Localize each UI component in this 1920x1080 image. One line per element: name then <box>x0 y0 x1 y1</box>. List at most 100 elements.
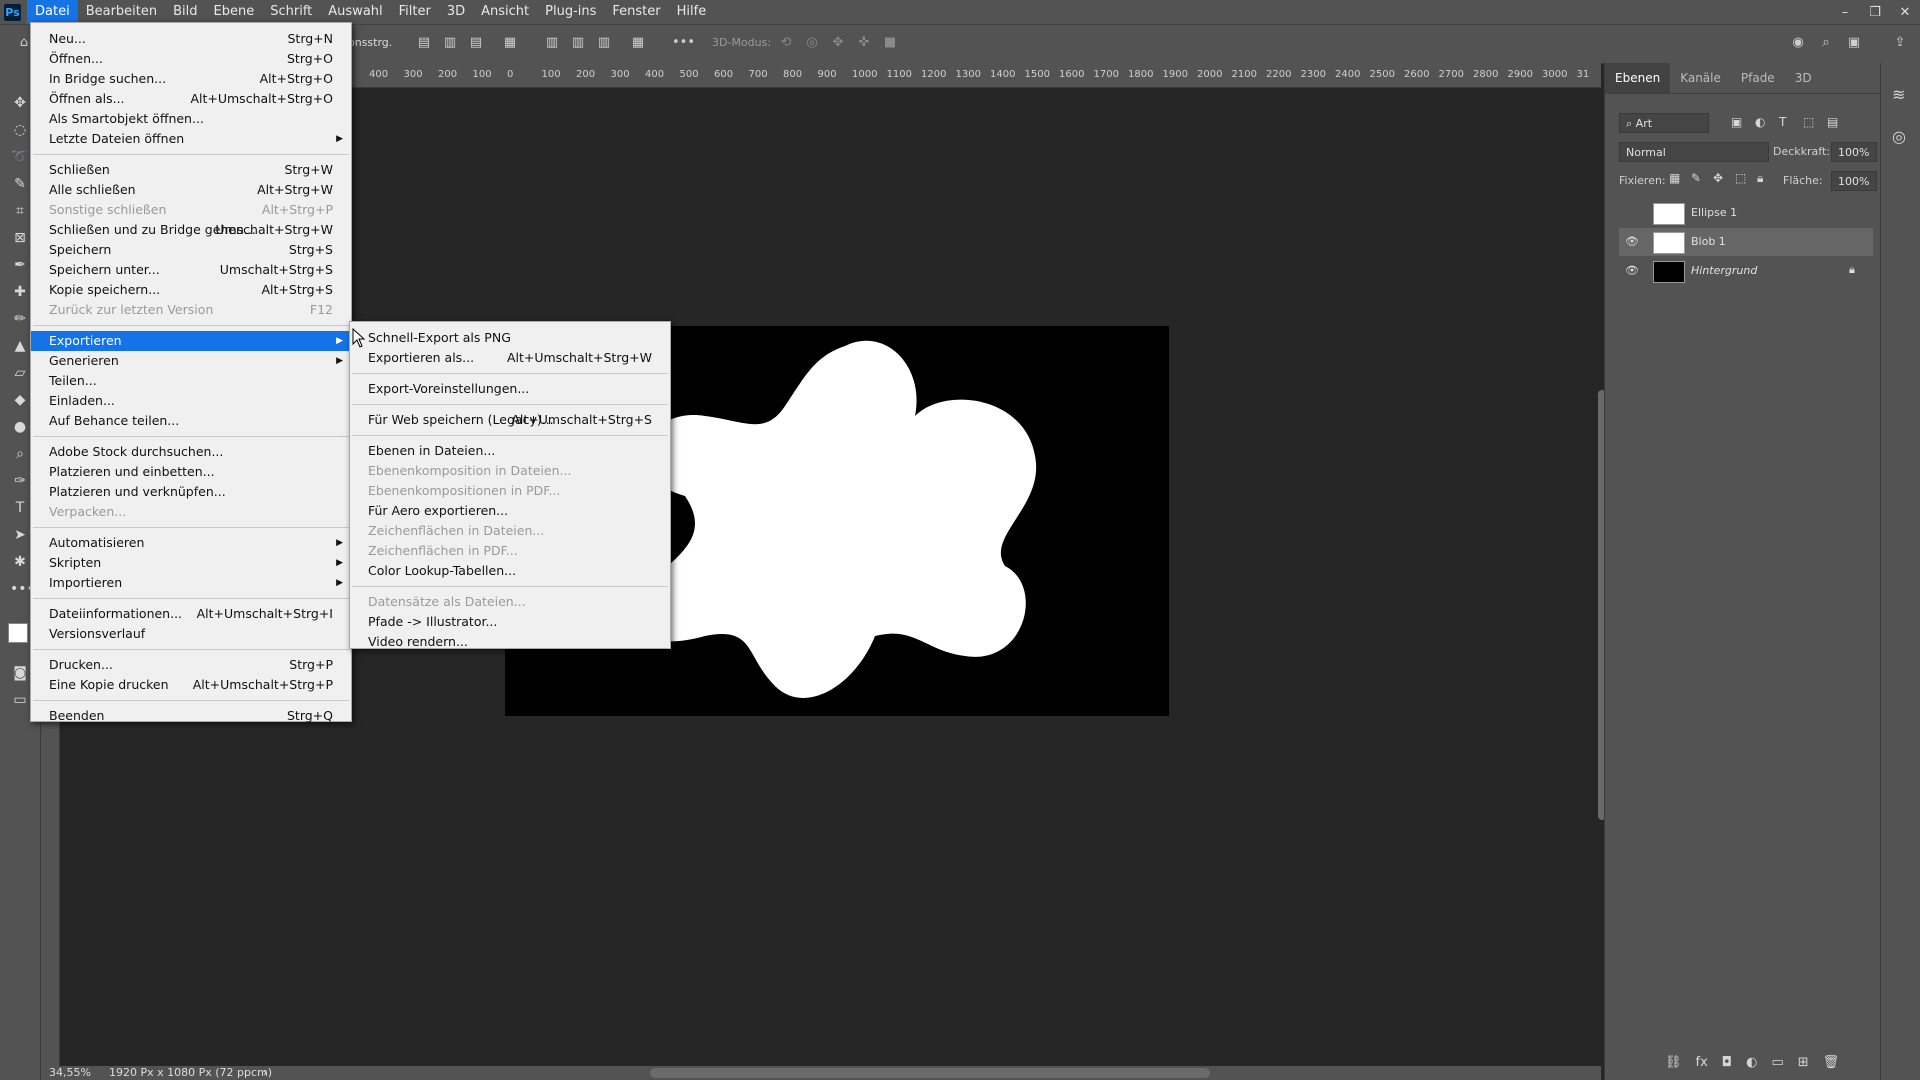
3d-pan-icon[interactable]: ✥ <box>830 35 846 51</box>
filter-adjustment-icon[interactable]: ◐ <box>1755 115 1765 129</box>
menu-item[interactable]: Alle schließen Alt+Strg+W <box>31 180 351 200</box>
user-icon[interactable]: ◉ <box>1790 35 1806 51</box>
layer-visibility-off-icon[interactable] <box>1625 206 1639 220</box>
menu-schrift[interactable]: Schrift <box>262 0 320 24</box>
layer-row-blob[interactable]: 👁︎ Blob 1 <box>1619 228 1873 256</box>
more-icon[interactable]: ••• <box>672 35 695 51</box>
menu-item[interactable]: Adobe Stock durchsuchen... <box>31 442 351 462</box>
align-bottom-icon[interactable]: ▥ <box>596 35 612 51</box>
menu-item[interactable]: Schnell-Export als PNG <box>350 328 670 348</box>
marquee-tool-icon[interactable]: ◌ <box>10 120 30 140</box>
healing-tool-icon[interactable]: ✚ <box>10 282 30 302</box>
distribute-icon[interactable]: ▦ <box>502 35 518 51</box>
eye-icon[interactable]: 👁︎ <box>1625 264 1639 278</box>
stamp-tool-icon[interactable]: ▲ <box>10 336 30 356</box>
menu-item[interactable]: Öffnen als... Alt+Umschalt+Strg+O <box>31 89 351 109</box>
menu-datei[interactable]: Datei <box>27 0 78 24</box>
menu-item[interactable]: Video rendern... <box>350 632 670 652</box>
foreground-color-swatch[interactable] <box>8 623 28 643</box>
menu-hilfe[interactable]: Hilfe <box>669 0 715 24</box>
trash-icon[interactable]: 🗑︎ <box>1823 1055 1840 1070</box>
3d-slide-icon[interactable]: ✜ <box>856 35 872 51</box>
lock-all-icon[interactable]: 🔒︎ <box>1757 171 1763 186</box>
menu-item[interactable]: Einladen... <box>31 391 351 411</box>
menu-item[interactable]: Export-Voreinstellungen... <box>350 379 670 399</box>
menu-item[interactable]: Platzieren und verknüpfen... <box>31 482 351 502</box>
adjustment-icon[interactable]: ◐ <box>1746 1055 1757 1070</box>
menu-item[interactable]: Neu... Strg+N <box>31 29 351 49</box>
distribute-vertical-icon[interactable]: ▦ <box>630 35 646 51</box>
menu-bild[interactable]: Bild <box>165 0 205 24</box>
menu-item[interactable]: Platzieren und einbetten... <box>31 462 351 482</box>
blend-mode-select[interactable]: Normal <box>1619 142 1769 162</box>
menu-item[interactable]: Automatisieren ▶ <box>31 533 351 553</box>
quick-mask-icon[interactable]: ◙ <box>10 663 30 683</box>
tab-ebenen[interactable]: Ebenen <box>1605 63 1671 93</box>
menu-item[interactable]: Speichern unter... Umschalt+Strg+S <box>31 260 351 280</box>
menu-item[interactable]: Öffnen... Strg+O <box>31 49 351 69</box>
new-layer-icon[interactable]: ⊞ <box>1798 1055 1809 1070</box>
menu-auswahl[interactable]: Auswahl <box>320 0 390 24</box>
filter-shape-icon[interactable]: ⬚ <box>1803 115 1814 129</box>
link-icon[interactable]: ⛓ <box>1665 1055 1682 1070</box>
menu-3d[interactable]: 3D <box>439 0 473 24</box>
document-info[interactable]: 1920 Px x 1080 Px (72 ppcm) <box>109 1066 272 1079</box>
lock-artboard-icon[interactable]: ⬚ <box>1735 171 1746 185</box>
menu-item[interactable]: Importieren ▶ <box>31 573 351 593</box>
menu-item[interactable]: Versionsverlauf <box>31 624 351 644</box>
lock-position-icon[interactable]: ✥ <box>1713 171 1723 185</box>
fx-icon[interactable]: fx <box>1696 1055 1708 1070</box>
gradient-tool-icon[interactable]: ◆ <box>10 390 30 410</box>
fill-input[interactable]: 100% <box>1831 171 1877 191</box>
align-middle-icon[interactable]: ▥ <box>570 35 586 51</box>
menu-item[interactable]: Ebenen in Dateien... <box>350 441 670 461</box>
menu-item[interactable]: Generieren ▶ <box>31 351 351 371</box>
dodge-tool-icon[interactable]: ● <box>10 417 30 437</box>
menu-item[interactable]: Für Aero exportieren... <box>350 501 670 521</box>
zoom-lens-tool-icon[interactable]: ⌕ <box>10 444 30 464</box>
menu-item[interactable]: Dateiinformationen... Alt+Umschalt+Strg+I <box>31 604 351 624</box>
opacity-input[interactable]: 100% <box>1831 142 1877 162</box>
align-center-icon[interactable]: ▥ <box>442 35 458 51</box>
layer-filter-select[interactable]: ⌕ Art <box>1619 113 1709 133</box>
menu-bearbeiten[interactable]: Bearbeiten <box>78 0 165 24</box>
menu-item[interactable]: Speichern Strg+S <box>31 240 351 260</box>
lasso-tool-icon[interactable]: ➰ <box>10 147 30 167</box>
3d-roll-icon[interactable]: ◎ <box>804 35 820 51</box>
menu-plugins[interactable]: Plug-ins <box>537 0 604 24</box>
lock-transparent-icon[interactable]: ▦ <box>1669 171 1680 185</box>
more-tools-icon[interactable]: ••• <box>10 579 35 599</box>
layer-row-ellipse[interactable]: Ellipse 1 <box>1619 199 1873 227</box>
menu-item[interactable]: Drucken... Strg+P <box>31 655 351 675</box>
screen-mode-icon[interactable]: ▭ <box>10 690 30 710</box>
eraser-tool-icon[interactable]: ▱ <box>10 363 30 383</box>
shape-tool-icon[interactable]: ✱ <box>10 552 30 572</box>
eye-icon[interactable]: 👁︎ <box>1625 235 1639 249</box>
layer-row-hintergrund[interactable]: 👁︎ Hintergrund 🔒︎ <box>1619 257 1873 285</box>
horizontal-scrollbar[interactable] <box>650 1068 1210 1078</box>
workspace-icon[interactable]: ▣ <box>1846 35 1862 51</box>
folder-icon[interactable]: ▭ <box>1771 1055 1783 1070</box>
brush-tool-icon[interactable]: ✏ <box>10 309 30 329</box>
align-left-icon[interactable]: ▤ <box>416 35 432 51</box>
menu-ebene[interactable]: Ebene <box>206 0 263 24</box>
close-icon[interactable]: ✕ <box>1890 5 1920 20</box>
magic-wand-tool-icon[interactable]: ✎ <box>10 174 30 194</box>
menu-item[interactable]: Pfade -> Illustrator... <box>350 612 670 632</box>
tab-kanaele[interactable]: Kanäle <box>1670 63 1731 93</box>
menu-ansicht[interactable]: Ansicht <box>473 0 537 24</box>
menu-item[interactable]: Für Web speichern (Legacy)... Alt+Umschal… <box>350 410 670 430</box>
status-arrow-icon[interactable]: › <box>263 1066 267 1079</box>
menu-item[interactable]: Letzte Dateien öffnen ▶ <box>31 129 351 149</box>
lock-brush-icon[interactable]: ✎ <box>1691 171 1701 185</box>
learn-icon[interactable]: ◎ <box>1892 127 1906 146</box>
zoom-level[interactable]: 34,55% <box>49 1066 91 1079</box>
filter-type-icon[interactable]: T <box>1779 115 1786 129</box>
menu-item[interactable]: Schließen Strg+W <box>31 160 351 180</box>
3d-orbit-icon[interactable]: ⟲ <box>778 35 794 51</box>
filter-smart-icon[interactable]: ▤ <box>1827 115 1838 129</box>
type-tool-icon[interactable]: T <box>10 498 30 518</box>
filter-pixel-icon[interactable]: ▣ <box>1731 115 1742 129</box>
menu-item[interactable]: Eine Kopie drucken Alt+Umschalt+Strg+P <box>31 675 351 695</box>
crop-tool-icon[interactable]: ⌗ <box>10 201 30 221</box>
